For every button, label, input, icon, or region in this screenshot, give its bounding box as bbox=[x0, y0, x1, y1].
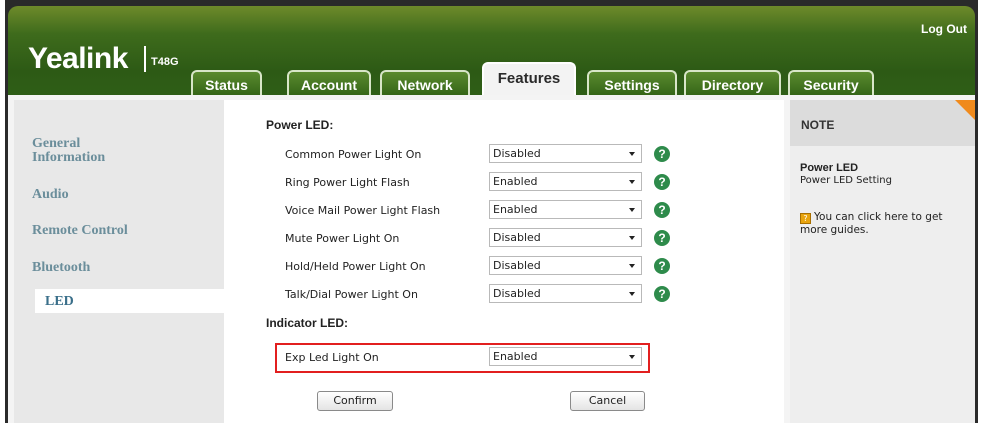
select-value: Disabled bbox=[493, 147, 541, 160]
sidebar-item-remote-control[interactable]: Remote Control bbox=[32, 224, 128, 238]
chevron-down-icon bbox=[629, 292, 635, 296]
section-title-indicator-led: Indicator LED: bbox=[266, 316, 349, 330]
logo-separator bbox=[144, 46, 146, 72]
chevron-down-icon bbox=[629, 180, 635, 184]
select-value: Disabled bbox=[493, 259, 541, 272]
note-title: NOTE bbox=[801, 118, 835, 132]
chevron-down-icon bbox=[629, 152, 635, 156]
guide-book-icon: ? bbox=[800, 213, 811, 224]
sidebar-item-led[interactable]: LED bbox=[45, 295, 74, 309]
browser-frame: Yealink T48G Log Out Status Account Netw… bbox=[5, 0, 978, 423]
guide-text: You can click here to get more guides. bbox=[800, 211, 943, 236]
help-icon[interactable]: ? bbox=[654, 174, 670, 190]
select-value: Disabled bbox=[493, 287, 541, 300]
chevron-down-icon bbox=[629, 236, 635, 240]
sidebar-item-bluetooth[interactable]: Bluetooth bbox=[32, 261, 90, 275]
note-heading: Power LED bbox=[800, 162, 859, 174]
model-label: T48G bbox=[151, 56, 179, 68]
help-icon[interactable]: ? bbox=[654, 258, 670, 274]
sidebar-item-general-information[interactable]: General Information bbox=[32, 137, 105, 165]
select-common-power-light-on[interactable]: Disabled bbox=[489, 144, 642, 163]
select-mute-power-light-on[interactable]: Disabled bbox=[489, 228, 642, 247]
chevron-down-icon bbox=[629, 355, 635, 359]
label-voice-mail-power-light-flash: Voice Mail Power Light Flash bbox=[285, 204, 441, 217]
note-subheading: Power LED Setting bbox=[800, 175, 892, 186]
note-panel: NOTE Power LED Power LED Setting ? You ca… bbox=[790, 100, 975, 423]
select-value: Disabled bbox=[493, 231, 541, 244]
select-ring-power-light-flash[interactable]: Enabled bbox=[489, 172, 642, 191]
select-hold-held-power-light-on[interactable]: Disabled bbox=[489, 256, 642, 275]
confirm-button[interactable]: Confirm bbox=[317, 391, 393, 411]
label-common-power-light-on: Common Power Light On bbox=[285, 148, 422, 161]
section-title-power-led: Power LED: bbox=[266, 118, 334, 132]
header-bar: Yealink T48G Log Out Status Account Netw… bbox=[8, 6, 975, 101]
select-exp-led-light-on[interactable]: Enabled bbox=[489, 347, 642, 366]
logout-link[interactable]: Log Out bbox=[921, 22, 967, 36]
guide-link[interactable]: ? You can click here to get more guides. bbox=[800, 211, 970, 237]
note-header: NOTE bbox=[790, 100, 975, 146]
select-value: Enabled bbox=[493, 203, 538, 216]
chevron-down-icon bbox=[629, 208, 635, 212]
sidebar-item-audio[interactable]: Audio bbox=[32, 188, 69, 202]
brand-logo: Yealink bbox=[28, 42, 128, 75]
help-icon[interactable]: ? bbox=[654, 230, 670, 246]
main-panel: Power LED: Common Power Light On Disable… bbox=[224, 100, 784, 423]
select-voice-mail-power-light-flash[interactable]: Enabled bbox=[489, 200, 642, 219]
help-icon[interactable]: ? bbox=[654, 202, 670, 218]
select-value: Enabled bbox=[493, 350, 538, 363]
help-icon[interactable]: ? bbox=[654, 286, 670, 302]
content-area: General Information Audio Remote Control… bbox=[8, 95, 975, 423]
label-exp-led-light-on: Exp Led Light On bbox=[285, 351, 379, 364]
select-value: Enabled bbox=[493, 175, 538, 188]
sidebar: General Information Audio Remote Control… bbox=[14, 100, 225, 423]
select-talk-dial-power-light-on[interactable]: Disabled bbox=[489, 284, 642, 303]
label-hold-held-power-light-on: Hold/Held Power Light On bbox=[285, 260, 426, 273]
help-icon[interactable]: ? bbox=[654, 146, 670, 162]
label-mute-power-light-on: Mute Power Light On bbox=[285, 232, 400, 245]
label-talk-dial-power-light-on: Talk/Dial Power Light On bbox=[285, 288, 418, 301]
label-ring-power-light-flash: Ring Power Light Flash bbox=[285, 176, 410, 189]
chevron-down-icon bbox=[629, 264, 635, 268]
cancel-button[interactable]: Cancel bbox=[570, 391, 645, 411]
corner-tab-icon bbox=[955, 100, 975, 120]
